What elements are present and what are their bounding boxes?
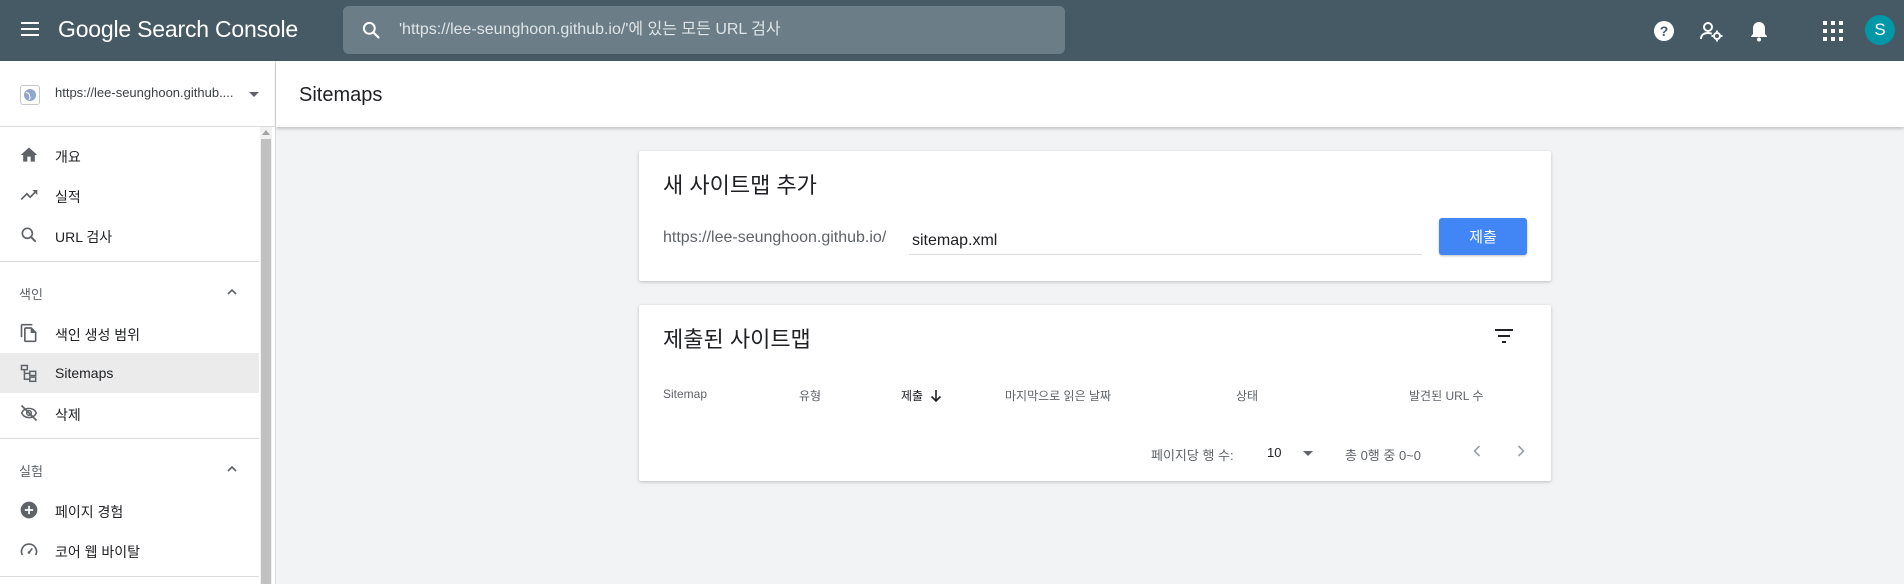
user-settings-icon[interactable] [1698,18,1724,44]
trending-up-icon [20,190,38,200]
property-url: https://lee-seunghoon.github.... [55,85,234,100]
speed-gauge-icon [20,543,38,556]
page-header: Sitemaps [276,61,1904,127]
account-avatar[interactable]: S [1865,15,1895,45]
arrow-down-icon [931,390,942,403]
visibility-off-icon [20,404,38,422]
column-header-label: 제출 [901,389,924,403]
main-menu-button[interactable] [18,18,42,42]
scrollbar-thumb[interactable] [261,139,271,584]
sidebar-item-label: URL 검사 [55,229,113,245]
previous-page-button[interactable] [1465,439,1489,463]
column-header-discovered-urls[interactable]: 발견된 URL 수 [1409,387,1483,404]
rows-per-page-select[interactable]: 10 [1267,441,1315,465]
page-title: Sitemaps [299,84,383,106]
sidebar-item-performance[interactable]: 실적 [0,175,259,215]
section-header-index[interactable]: 색인 [0,272,259,312]
chevron-down-icon [249,92,259,97]
add-circle-icon [20,501,38,519]
sidebar-item-overview[interactable]: 개요 [0,135,259,175]
sidebar-item-label: 개요 [55,149,81,165]
sidebar-item-core-web-vitals[interactable]: 코어 웹 바이탈 [0,530,259,570]
section-header-experimental[interactable]: 실험 [0,449,259,489]
chevron-up-icon [227,465,237,472]
svg-text:?: ? [1660,23,1669,39]
scroll-up-arrow-icon[interactable] [262,130,270,135]
column-header-last-read[interactable]: 마지막으로 읽은 날짜 [1005,387,1111,404]
notifications-icon[interactable] [1746,18,1772,44]
pagination-range: 총 0행 중 0~0 [1345,448,1421,463]
section-title: 실험 [19,464,43,479]
chevron-up-icon [227,288,237,295]
submit-sitemap-button[interactable]: 제출 [1439,218,1527,255]
help-icon[interactable]: ? [1651,18,1677,44]
sidebar-item-page-experience[interactable]: 페이지 경험 [0,490,259,530]
sidebar-item-label: 코어 웹 바이탈 [55,544,141,560]
submitted-sitemaps-card: 제출된 사이트맵 Sitemap 유형 제출 마지막으로 읽은 날짜 상태 발견… [639,305,1551,481]
chevron-down-icon [1303,451,1313,456]
sidebar-item-label: Sitemaps [55,365,114,381]
top-app-bar: Google Search Console ? [0,0,1904,61]
section-title: 색인 [19,287,43,302]
sidebar-item-coverage[interactable]: 색인 생성 범위 [0,313,259,353]
search-icon[interactable] [361,20,381,40]
column-header-status[interactable]: 상태 [1236,387,1258,404]
sidebar-divider [0,261,259,262]
rows-per-page-label: 페이지당 행 수: [1151,448,1234,463]
rows-per-page-value: 10 [1267,445,1282,460]
home-icon [20,147,38,162]
sidebar: https://lee-seunghoon.github.... 개요 실적 U… [0,61,276,584]
filter-icon[interactable] [1492,324,1516,348]
app-logo[interactable]: Google Search Console [58,16,298,43]
sitemap-url-input[interactable] [909,221,1422,255]
submitted-sitemaps-heading: 제출된 사이트맵 [663,327,811,352]
url-inspection-search-bar[interactable] [343,6,1065,54]
sitemap-icon [20,364,37,383]
sidebar-item-url-inspection[interactable]: URL 검사 [0,215,259,255]
column-header-submitted[interactable]: 제출 [901,387,943,404]
property-selector[interactable]: https://lee-seunghoon.github.... [0,61,275,127]
add-sitemap-card: 새 사이트맵 추가 https://lee-seunghoon.github.i… [639,151,1551,281]
search-icon [21,227,37,243]
url-inspection-input[interactable] [399,6,1039,54]
sidebar-item-label: 색인 생성 범위 [55,327,141,343]
sidebar-divider [0,576,259,577]
apps-grid-icon[interactable] [1820,18,1846,44]
sidebar-item-sitemaps[interactable]: Sitemaps [0,353,259,393]
sidebar-scrollbar[interactable] [260,127,272,584]
add-sitemap-heading: 새 사이트맵 추가 [663,173,817,198]
column-header-type[interactable]: 유형 [799,387,821,404]
globe-icon [20,85,40,105]
sidebar-divider [0,438,259,439]
sidebar-nav: 개요 실적 URL 검사 색인 색인 생성 범위 Sitemaps 삭제 실험 … [0,127,259,584]
sidebar-item-label: 삭제 [55,407,81,423]
column-header-sitemap[interactable]: Sitemap [663,387,707,401]
copy-pages-icon [20,323,37,343]
next-page-button[interactable] [1509,439,1533,463]
sidebar-item-label: 실적 [55,189,81,205]
sidebar-item-removals[interactable]: 삭제 [0,393,259,433]
sitemap-url-prefix: https://lee-seunghoon.github.io/ [663,229,887,246]
sidebar-item-label: 페이지 경험 [55,504,124,520]
